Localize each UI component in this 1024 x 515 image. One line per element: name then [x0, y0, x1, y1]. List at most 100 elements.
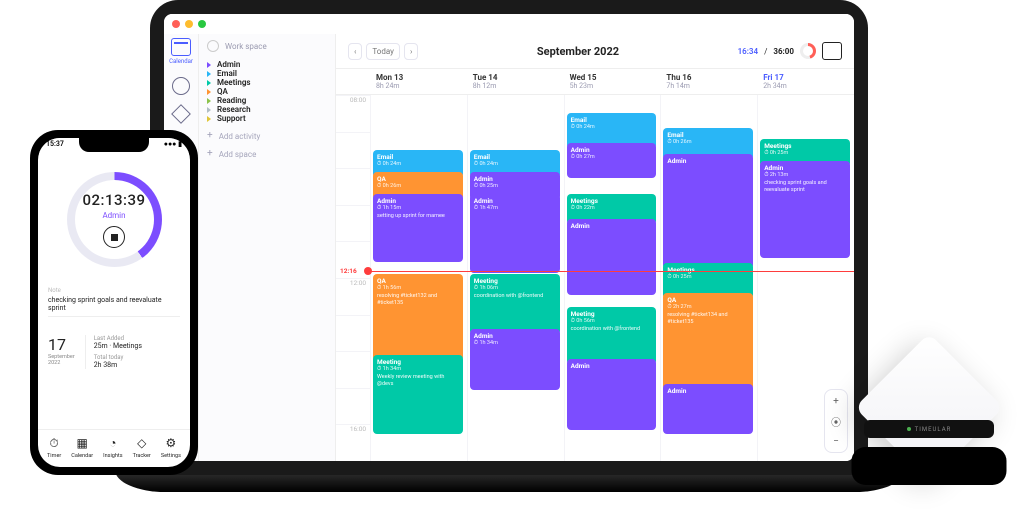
- sidebar-activity[interactable]: Meetings: [207, 78, 327, 87]
- add-space-button[interactable]: + Add space: [207, 149, 327, 159]
- add-activity-button[interactable]: + Add activity: [207, 131, 327, 141]
- close-window-icon[interactable]: [172, 20, 180, 28]
- day-column[interactable]: Email ⏱ 0h 24m Admin ⏱ 0h 25m Admin ⏱ 1h…: [467, 95, 564, 461]
- event-duration: ⏱ 2h 13m: [764, 172, 846, 179]
- sidebar-activity[interactable]: Admin: [207, 60, 327, 69]
- tab-label: Insights: [103, 453, 122, 459]
- event-duration: ⏱ 2h 27m: [667, 304, 749, 311]
- phone-tab-bar: ⏱ Timer ▦ Calendar ◔ Insights ◇ Tracker ⚙ Se…: [38, 429, 190, 467]
- activity-label: Reading: [217, 96, 246, 105]
- calendar-event[interactable]: Admin ⏱ 1h 34m: [470, 329, 560, 390]
- hour-label: [336, 388, 370, 425]
- plus-icon: +: [207, 131, 213, 141]
- timer-ring: 02:13:39 Admin: [67, 172, 162, 267]
- event-duration: ⏱ 0h 25m: [764, 150, 846, 157]
- topbar-right: 16:34 / 36:00: [738, 42, 842, 60]
- calendar-topbar: ‹ Today › September 2022 16:34 / 36:00: [336, 34, 854, 69]
- next-week-button[interactable]: ›: [404, 43, 418, 60]
- workspace-row[interactable]: Work space: [207, 40, 327, 52]
- tab-icon: ▦: [75, 436, 89, 450]
- current-tracked-time: 16:34: [738, 47, 758, 56]
- day-column[interactable]: Email ⏱ 0h 26m Admin Meetings ⏱ 0h 25m Q…: [660, 95, 757, 461]
- day-header: Fri 17 2h 34m: [757, 69, 854, 94]
- calendar-event[interactable]: Meeting ⏱ 0h 56m coordination with @fron…: [567, 307, 657, 364]
- phone-tab[interactable]: ◔ Insights: [103, 436, 122, 459]
- hour-column: 08:0012:0016:00: [336, 95, 370, 461]
- calendar-grid: 08:0012:0016:00 Email ⏱ 0h 24m QA ⏱ 0h 2…: [336, 95, 854, 461]
- sidebar-activity[interactable]: Research: [207, 105, 327, 114]
- prev-week-button[interactable]: ‹: [348, 43, 362, 60]
- event-duration: ⏱ 1h 34m: [474, 340, 556, 347]
- calendar-event[interactable]: QA ⏱ 1h 56m resolving #ticket132 and #ti…: [373, 274, 463, 361]
- chevron-right-icon: [207, 89, 211, 95]
- calendar-event[interactable]: Admin: [567, 359, 657, 431]
- calendar-event[interactable]: QA ⏱ 2h 27m resolving #ticket134 and #ti…: [663, 293, 753, 391]
- calendar-event[interactable]: Meeting ⏱ 1h 06m coordination with @fron…: [470, 274, 560, 335]
- calendar-event[interactable]: Meeting ⏱ 1h 34m Weekly review meeting w…: [373, 355, 463, 434]
- calendar-event[interactable]: Admin: [663, 384, 753, 434]
- workspace-label: Work space: [225, 42, 267, 51]
- day-name: Wed 15: [570, 73, 655, 82]
- sidebar-activity[interactable]: QA: [207, 87, 327, 96]
- stop-timer-button[interactable]: [103, 226, 125, 248]
- hour-label: 12:00: [336, 278, 370, 315]
- day-header: Tue 14 8h 12m: [467, 69, 564, 94]
- zoom-reset-button[interactable]: ⦿: [828, 413, 844, 429]
- phone-tab[interactable]: ⚙ Settings: [161, 436, 181, 459]
- rail-insights[interactable]: [172, 77, 190, 95]
- hour-label: 16:00: [336, 424, 370, 461]
- month-title: September 2022: [537, 45, 619, 58]
- last-added-value: 25m · Meetings: [94, 342, 142, 350]
- calendar-event[interactable]: Admin ⏱ 1h 15m setting up sprint for mar…: [373, 194, 463, 262]
- sidebar-activity[interactable]: Email: [207, 69, 327, 78]
- note-label: Note: [48, 287, 180, 294]
- note-value[interactable]: checking sprint goals and reevaluate spr…: [48, 296, 180, 317]
- maximize-window-icon[interactable]: [198, 20, 206, 28]
- day-column[interactable]: Email ⏱ 0h 24m Admin ⏱ 0h 27m Meetings ⏱…: [564, 95, 661, 461]
- sidebar-activity[interactable]: Support: [207, 114, 327, 123]
- hour-label: [336, 205, 370, 242]
- event-note: resolving #ticket134 and #ticket135: [667, 312, 749, 326]
- phone-tab[interactable]: ◇ Tracker: [133, 436, 151, 459]
- phone-tab[interactable]: ▦ Calendar: [71, 436, 93, 459]
- phone-tab[interactable]: ⏱ Timer: [47, 436, 61, 459]
- rail-calendar[interactable]: Calendar: [169, 38, 193, 65]
- tab-icon: ◇: [135, 436, 149, 450]
- calendar-main: ‹ Today › September 2022 16:34 / 36:00 M…: [336, 34, 854, 461]
- tab-label: Timer: [47, 453, 61, 459]
- day-header: Thu 16 7h 14m: [660, 69, 757, 94]
- calendar-event[interactable]: Admin ⏱ 0h 27m: [567, 143, 657, 178]
- window-traffic-lights: [164, 14, 854, 34]
- event-title: Email: [667, 131, 749, 139]
- hour-label: [336, 132, 370, 169]
- minimize-window-icon[interactable]: [185, 20, 193, 28]
- pie-chart-icon: [172, 77, 190, 95]
- zoom-out-button[interactable]: −: [828, 433, 844, 449]
- tab-label: Calendar: [71, 453, 93, 459]
- calendar-event[interactable]: Admin ⏱ 2h 13m checking sprint goals and…: [760, 161, 850, 259]
- sidebar-activity[interactable]: Reading: [207, 96, 327, 105]
- tracker-led-icon: [907, 427, 911, 431]
- today-button[interactable]: Today: [366, 43, 400, 60]
- calendar-event[interactable]: Admin: [567, 219, 657, 295]
- day-name: Mon 13: [376, 73, 461, 82]
- event-duration: ⏱ 0h 25m: [474, 183, 556, 190]
- event-title: Admin: [571, 362, 653, 370]
- calendar-event[interactable]: Admin: [663, 154, 753, 270]
- zoom-in-button[interactable]: +: [828, 393, 844, 409]
- day-header: Wed 15 5h 23m: [564, 69, 661, 94]
- activity-label: Admin: [217, 60, 240, 69]
- phone-frame: 15:37 ●●● ▮ 02:13:39 Admin Note checking…: [30, 130, 198, 475]
- date-picker-button[interactable]: [822, 42, 842, 60]
- chevron-right-icon: [207, 98, 211, 104]
- day-column[interactable]: Email ⏱ 0h 24m QA ⏱ 0h 26m Admin ⏱ 1h 15…: [370, 95, 467, 461]
- activity-label: QA: [217, 87, 228, 96]
- total-today-label: Total today: [94, 354, 142, 361]
- phone-status-time: 15:37: [46, 140, 64, 148]
- laptop-frame: Calendar Work space Admin: [150, 0, 868, 475]
- event-title: Admin: [571, 146, 653, 154]
- chevron-right-icon: [207, 71, 211, 77]
- event-title: Email: [377, 153, 459, 161]
- calendar-event[interactable]: Admin ⏱ 1h 47m: [470, 194, 560, 273]
- rail-tracker[interactable]: [174, 107, 188, 121]
